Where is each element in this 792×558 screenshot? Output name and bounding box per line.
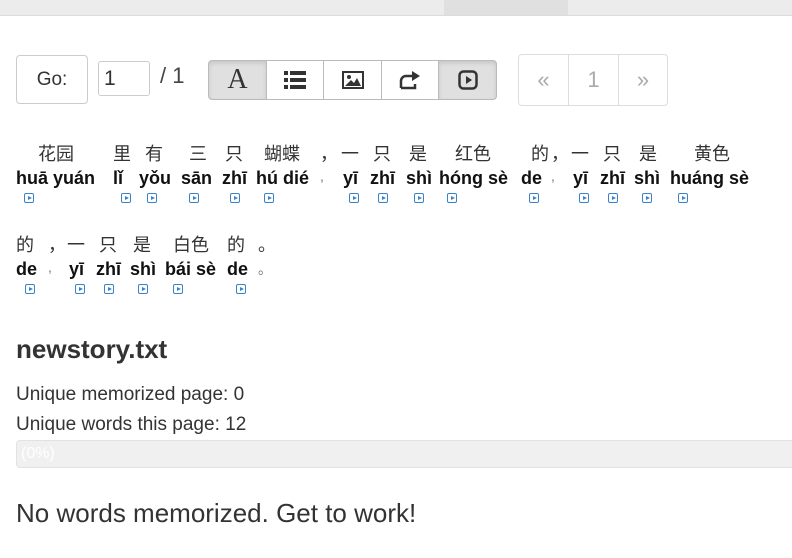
- word-hanzi: 三: [189, 144, 207, 165]
- word-pinyin: shì: [130, 259, 157, 279]
- word-pinyin: shì: [634, 168, 661, 188]
- word-hanzi: 是: [639, 144, 657, 165]
- play-audio-icon[interactable]: [189, 193, 199, 203]
- play-audio-icon[interactable]: [121, 193, 131, 203]
- word-pinyin: ,: [320, 168, 324, 184]
- word-hanzi: ，: [48, 235, 66, 256]
- word-hanzi: 蝴蝶: [264, 144, 300, 165]
- word-pinyin: hú dié: [256, 168, 309, 188]
- story-text: 花园 huā yuán 里 lǐ 有 yǒu 三 sān 只 zhī 蝴蝶 hú dié，, 一 yī 只 z…: [0, 0, 792, 330]
- play-audio-icon[interactable]: [147, 193, 157, 203]
- word-hanzi: 里: [113, 144, 131, 165]
- word-hanzi: 花园: [38, 144, 74, 165]
- word-pinyin: huáng sè: [670, 168, 750, 188]
- play-audio-icon[interactable]: [75, 284, 85, 294]
- word-hanzi: 白色: [173, 235, 209, 256]
- word-pinyin: 。: [258, 261, 272, 277]
- word-hanzi: 的: [227, 235, 245, 256]
- word-pinyin: ,: [48, 259, 52, 275]
- word-pinyin: shì: [406, 168, 433, 188]
- play-audio-icon[interactable]: [138, 284, 148, 294]
- unique-words-count: Unique words this page: 12: [16, 414, 247, 435]
- word-pinyin: bái sè: [165, 259, 217, 279]
- play-audio-icon[interactable]: [579, 193, 589, 203]
- word-pinyin: yī: [343, 168, 359, 188]
- word-pinyin: de: [16, 259, 38, 279]
- play-audio-icon[interactable]: [447, 193, 457, 203]
- word-pinyin: yǒu: [139, 168, 172, 188]
- word-hanzi: ，: [320, 144, 338, 165]
- play-audio-icon[interactable]: [529, 193, 539, 203]
- word-pinyin: hóng sè: [439, 168, 509, 188]
- word-hanzi: 有: [145, 144, 163, 165]
- play-audio-icon[interactable]: [678, 193, 688, 203]
- play-audio-icon[interactable]: [264, 193, 274, 203]
- play-audio-icon[interactable]: [236, 284, 246, 294]
- play-audio-icon[interactable]: [104, 284, 114, 294]
- word-hanzi: 一: [341, 144, 359, 165]
- word-pinyin: yī: [69, 259, 85, 279]
- word-pinyin: zhī: [96, 259, 121, 279]
- play-audio-icon[interactable]: [173, 284, 183, 294]
- play-audio-icon[interactable]: [642, 193, 652, 203]
- play-audio-icon[interactable]: [414, 193, 424, 203]
- memorization-progress: (0%): [16, 440, 792, 468]
- status-message: No words memorized. Get to work!: [16, 498, 417, 528]
- word-hanzi: 只: [373, 144, 391, 165]
- word-hanzi: ，: [551, 144, 569, 165]
- word-hanzi: 的: [531, 144, 549, 165]
- word-pinyin: huā yuán: [16, 168, 96, 188]
- word-hanzi: 是: [409, 144, 427, 165]
- play-audio-icon[interactable]: [25, 284, 35, 294]
- play-audio-icon[interactable]: [230, 193, 240, 203]
- play-audio-icon[interactable]: [378, 193, 388, 203]
- play-audio-icon[interactable]: [349, 193, 359, 203]
- word-pinyin: sān: [181, 168, 213, 188]
- word-hanzi: 只: [225, 144, 243, 165]
- word-hanzi: 的: [16, 235, 34, 256]
- word-pinyin: yī: [573, 168, 589, 188]
- word-pinyin: de: [521, 168, 543, 188]
- word-hanzi: 只: [99, 235, 117, 256]
- document-title: newstory.txt: [16, 334, 168, 364]
- play-audio-icon[interactable]: [608, 193, 618, 203]
- play-audio-icon[interactable]: [24, 193, 34, 203]
- progress-label: (0%): [21, 445, 55, 462]
- memorized-count: Unique memorized page: 0: [16, 384, 245, 405]
- word-pinyin: zhī: [222, 168, 247, 188]
- word-pinyin: de: [227, 259, 249, 279]
- word-hanzi: 红色: [455, 144, 491, 165]
- word-hanzi: 一: [67, 235, 85, 256]
- word-pinyin: lǐ: [113, 168, 124, 188]
- word-hanzi: 黄色: [694, 144, 730, 165]
- word-hanzi: 是: [133, 235, 151, 256]
- word-hanzi: 一: [571, 144, 589, 165]
- word-hanzi: 只: [603, 144, 621, 165]
- word-pinyin: zhī: [370, 168, 395, 188]
- word-pinyin: zhī: [600, 168, 625, 188]
- word-hanzi: 。: [258, 235, 276, 256]
- word-pinyin: ,: [551, 168, 555, 184]
